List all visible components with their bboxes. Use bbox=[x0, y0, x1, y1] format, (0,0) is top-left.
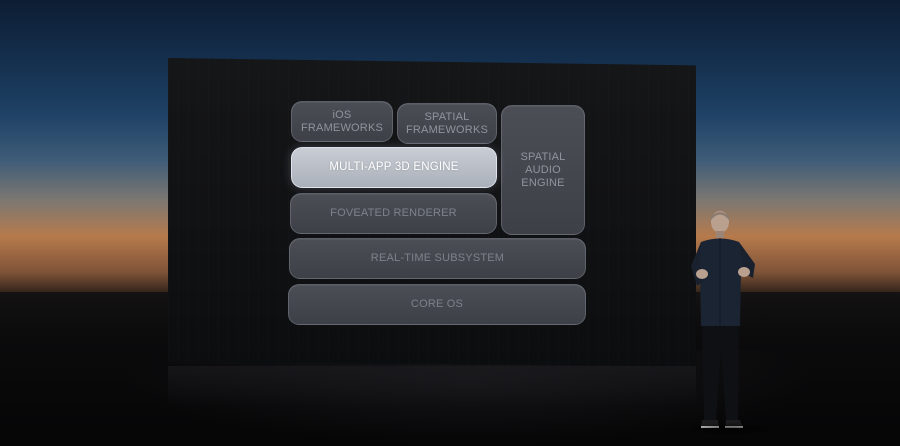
block-foveated-renderer: FOVEATED RENDERER bbox=[290, 193, 497, 234]
presenter-shadow bbox=[683, 422, 778, 436]
screen-reflection bbox=[168, 366, 696, 406]
block-spatial-frameworks: SPATIAL FRAMEWORKS bbox=[397, 103, 497, 144]
block-label-line: FRAMEWORKS bbox=[405, 123, 489, 136]
block-label-line: FOVEATED RENDERER bbox=[330, 207, 457, 219]
block-label-line: AUDIO bbox=[525, 163, 561, 176]
block-label-line: FRAMEWORKS bbox=[300, 121, 384, 134]
presenter-figure bbox=[683, 208, 778, 438]
block-multi-app-3d-engine: MULTI-APP 3D ENGINE bbox=[291, 147, 497, 188]
block-real-time-subsystem: REAL-TIME SUBSYSTEM bbox=[289, 238, 586, 279]
block-label-line: SPATIAL bbox=[424, 110, 470, 123]
presenter-silhouette bbox=[691, 211, 755, 428]
block-label-line: MULTI-APP 3D ENGINE bbox=[329, 161, 459, 173]
block-label-line: CORE OS bbox=[410, 298, 464, 310]
keynote-stage-scene: iOS FRAMEWORKS SPATIAL FRAMEWORKS SPATIA… bbox=[0, 0, 900, 446]
block-label-line: SPATIAL bbox=[520, 150, 566, 163]
block-label-line: REAL-TIME SUBSYSTEM bbox=[370, 252, 505, 264]
block-ios-frameworks: iOS FRAMEWORKS bbox=[291, 101, 393, 142]
block-label-line: ENGINE bbox=[521, 176, 565, 189]
block-label-line: iOS bbox=[332, 108, 352, 121]
block-spatial-audio-engine: SPATIAL AUDIO ENGINE bbox=[501, 105, 585, 235]
block-core-os: CORE OS bbox=[288, 284, 586, 325]
